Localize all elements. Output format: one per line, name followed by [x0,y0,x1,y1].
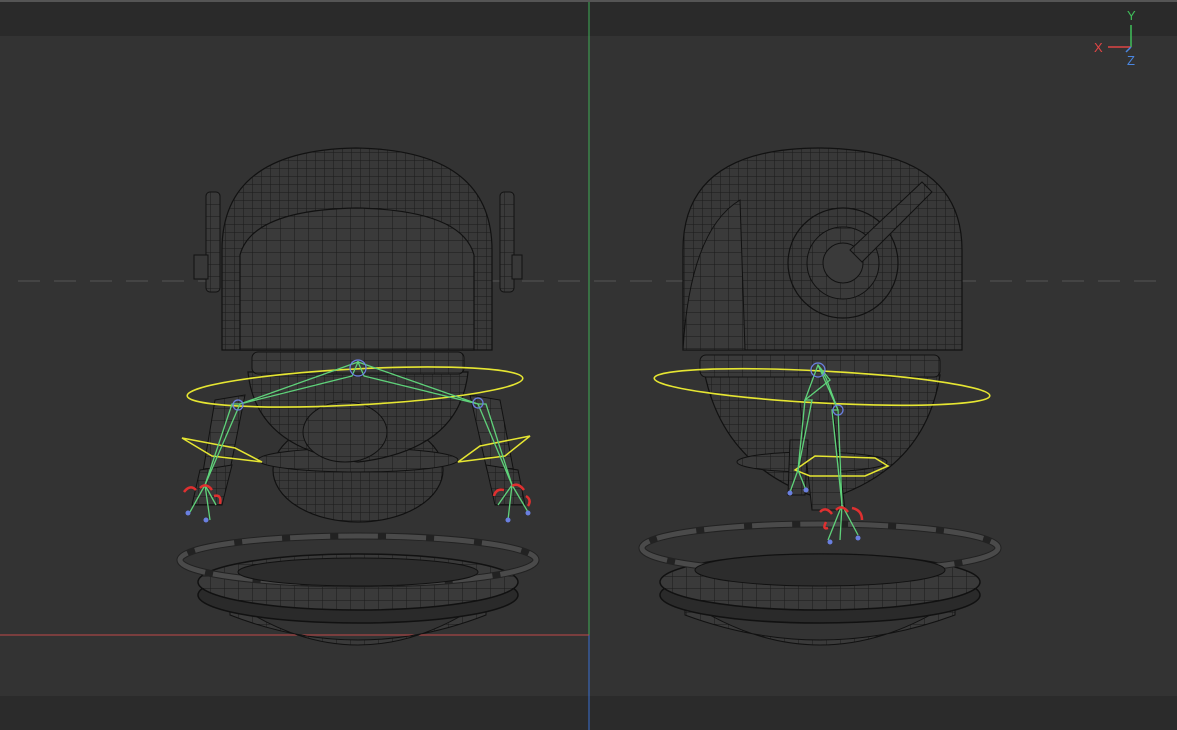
front-base-pedestal [176,532,540,646]
scene-canvas[interactable] [0,0,1177,730]
front-view-robot[interactable] [176,147,540,646]
axis-gizmo[interactable] [1108,25,1132,53]
gizmo-x-label: X [1094,40,1103,55]
side-view-robot[interactable] [638,147,1002,646]
gizmo-z-label: Z [1127,53,1135,68]
side-head [682,147,963,351]
3d-viewport[interactable]: Y X Z [0,0,1177,730]
side-base-pedestal [638,520,1002,646]
gizmo-y-label: Y [1127,8,1136,23]
front-head [193,147,523,351]
